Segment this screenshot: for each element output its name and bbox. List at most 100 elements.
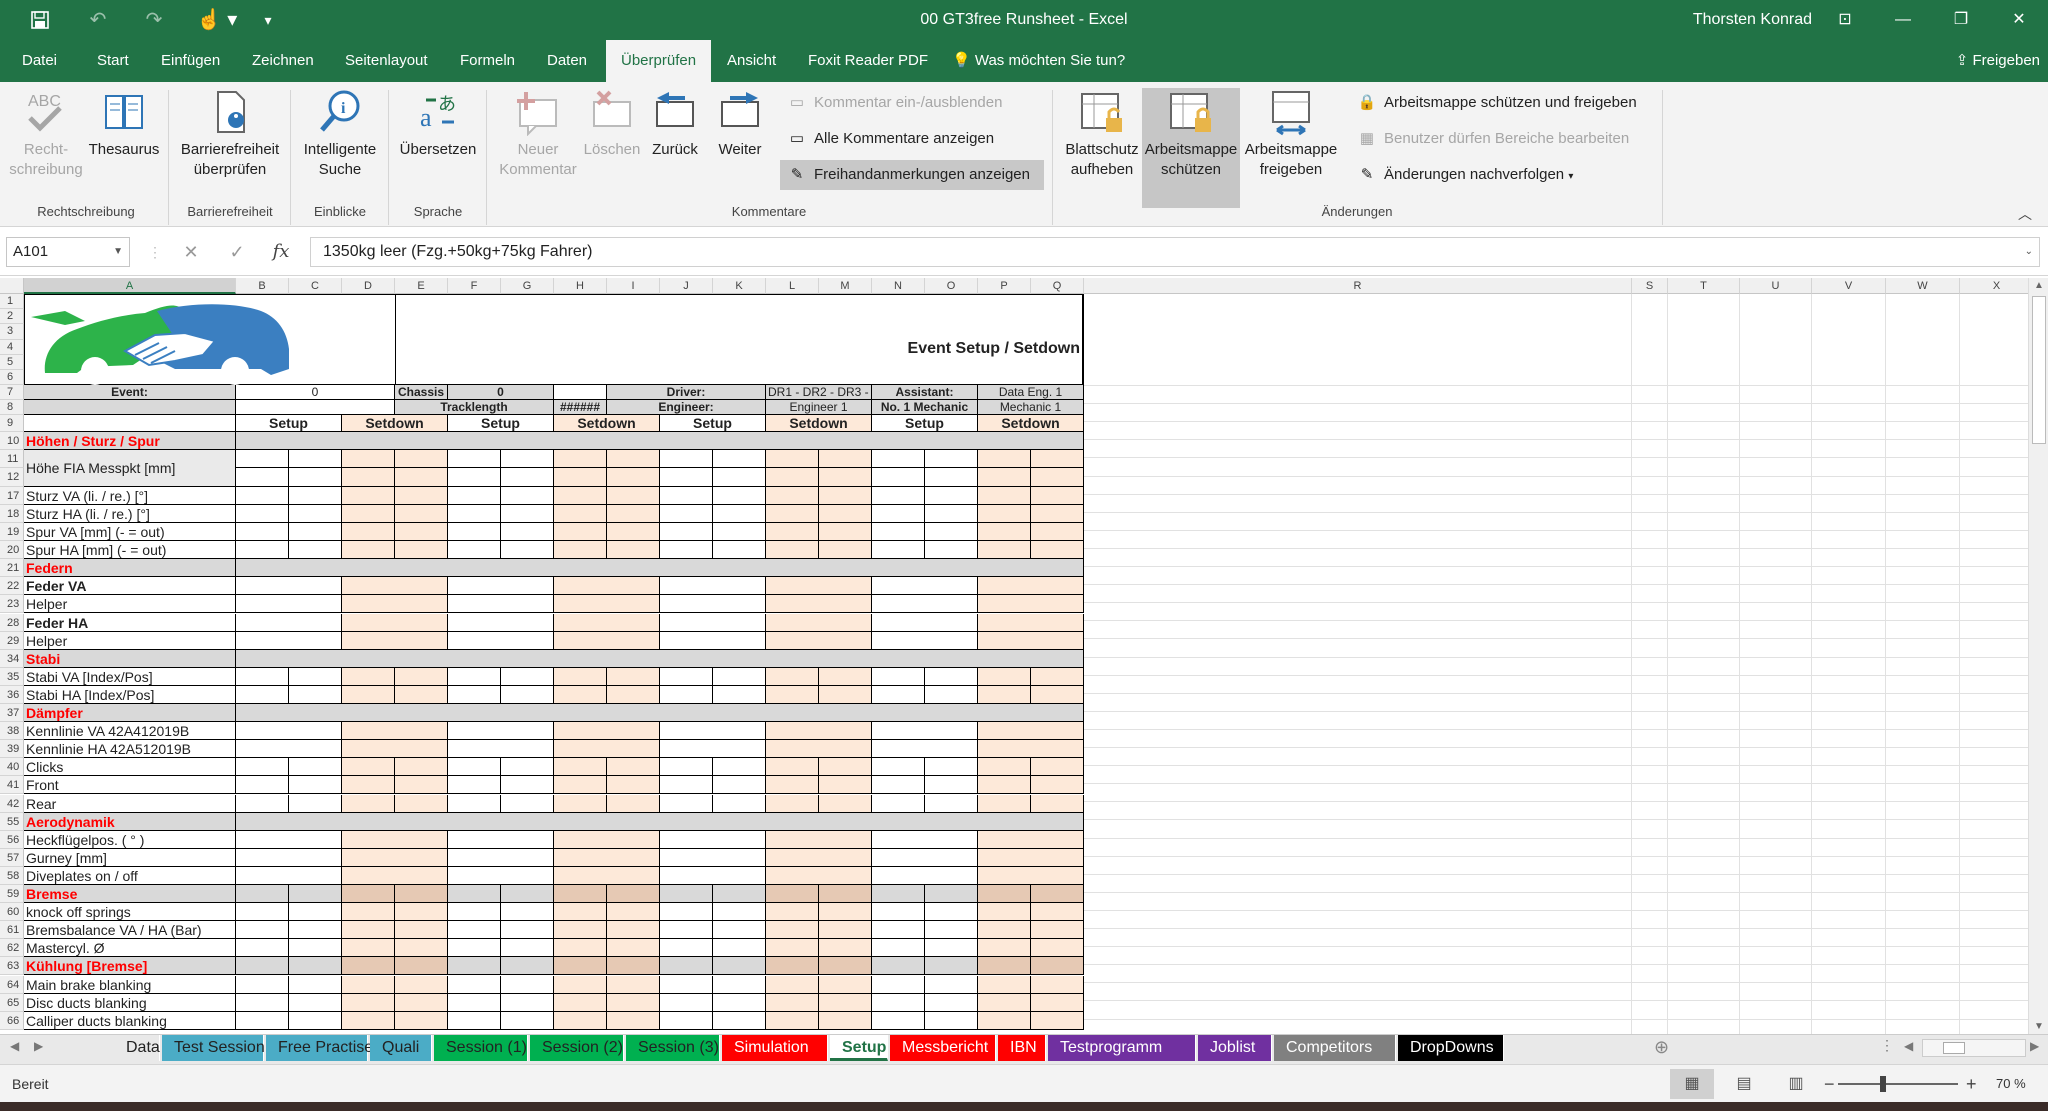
input-cell[interactable] xyxy=(342,468,395,487)
column-header[interactable]: O xyxy=(925,278,978,294)
column-header[interactable]: N xyxy=(872,278,925,294)
input-cell[interactable] xyxy=(1031,794,1084,813)
input-cell[interactable] xyxy=(1031,758,1084,777)
zoom-slider-thumb[interactable] xyxy=(1880,1076,1886,1092)
input-cell[interactable] xyxy=(713,903,766,922)
input-cell[interactable] xyxy=(872,776,925,795)
spelling-button[interactable]: ABC Recht- schreibung xyxy=(6,88,86,208)
value-mechanic[interactable]: Mechanic 1 xyxy=(978,400,1084,415)
column-header[interactable]: F xyxy=(448,278,501,294)
row-header[interactable]: 22 xyxy=(0,577,24,596)
input-cell[interactable] xyxy=(819,523,872,542)
row-label[interactable]: Feder VA xyxy=(24,577,236,596)
cell[interactable] xyxy=(395,885,448,904)
input-cell[interactable] xyxy=(660,577,766,596)
input-cell[interactable] xyxy=(395,794,448,813)
input-cell[interactable] xyxy=(819,776,872,795)
input-cell[interactable] xyxy=(342,667,395,686)
label-engineer[interactable]: Engineer: xyxy=(607,400,766,415)
column-header[interactable]: V xyxy=(1812,278,1886,294)
input-cell[interactable] xyxy=(660,523,713,542)
input-cell[interactable] xyxy=(660,866,766,885)
input-cell[interactable] xyxy=(819,685,872,704)
input-cell[interactable] xyxy=(819,939,872,958)
input-cell[interactable] xyxy=(713,921,766,940)
spreadsheet-grid[interactable]: ABCDEFGHIJKLMNOPQRSTUVWX 1 2 3 4 5 6 7 8 9 10 11 12… xyxy=(0,278,2048,1034)
input-cell[interactable] xyxy=(342,758,395,777)
input-cell[interactable] xyxy=(554,613,660,632)
input-cell[interactable] xyxy=(342,577,448,596)
input-cell[interactable] xyxy=(872,541,925,560)
input-cell[interactable] xyxy=(925,776,978,795)
tab-datei[interactable]: Datei xyxy=(18,40,61,82)
setdown-header[interactable]: Setdown xyxy=(554,415,660,432)
row-label[interactable]: Disc ducts blanking xyxy=(24,993,236,1012)
input-cell[interactable] xyxy=(766,577,872,596)
input-cell[interactable] xyxy=(395,1011,448,1030)
row-header[interactable]: 55 xyxy=(0,812,24,831)
column-header[interactable]: K xyxy=(713,278,766,294)
row-header[interactable]: 4 xyxy=(0,339,24,355)
input-cell[interactable] xyxy=(713,993,766,1012)
input-cell[interactable] xyxy=(872,504,925,523)
cell[interactable] xyxy=(236,885,289,904)
input-cell[interactable] xyxy=(395,685,448,704)
row-header[interactable]: 41 xyxy=(0,776,24,795)
input-cell[interactable] xyxy=(978,794,1031,813)
input-cell[interactable] xyxy=(607,794,660,813)
input-cell[interactable] xyxy=(554,993,607,1012)
input-cell[interactable] xyxy=(819,993,872,1012)
input-cell[interactable] xyxy=(554,468,607,487)
input-cell[interactable] xyxy=(1031,1011,1084,1030)
cell[interactable] xyxy=(713,885,766,904)
input-cell[interactable] xyxy=(342,903,395,922)
input-cell[interactable] xyxy=(554,631,660,650)
input-cell[interactable] xyxy=(289,939,342,958)
input-cell[interactable] xyxy=(978,939,1031,958)
input-cell[interactable] xyxy=(925,450,978,469)
input-cell[interactable] xyxy=(236,921,289,940)
input-cell[interactable] xyxy=(978,541,1031,560)
input-cell[interactable] xyxy=(978,722,1084,741)
sheet-tab-session-1-[interactable]: Session (1) xyxy=(434,1035,528,1061)
input-cell[interactable] xyxy=(607,504,660,523)
cell[interactable] xyxy=(554,885,607,904)
input-cell[interactable] xyxy=(289,667,342,686)
value-drivers[interactable]: DR1 - DR2 - DR3 - DR4 xyxy=(766,385,872,400)
input-cell[interactable] xyxy=(448,595,554,614)
input-cell[interactable] xyxy=(289,1011,342,1030)
row-label[interactable]: knock off springs xyxy=(24,903,236,922)
input-cell[interactable] xyxy=(766,667,819,686)
input-cell[interactable] xyxy=(448,830,554,849)
hscroll-left-icon[interactable]: ◀ xyxy=(1904,1039,1913,1053)
input-cell[interactable] xyxy=(289,523,342,542)
cell[interactable] xyxy=(978,957,1031,976)
cell[interactable] xyxy=(766,957,819,976)
input-cell[interactable] xyxy=(448,866,554,885)
input-cell[interactable] xyxy=(395,450,448,469)
input-cell[interactable] xyxy=(501,468,554,487)
input-cell[interactable] xyxy=(819,794,872,813)
cell[interactable] xyxy=(819,957,872,976)
cell-a8[interactable] xyxy=(24,400,236,415)
tab-einfuegen[interactable]: Einfügen xyxy=(157,40,224,82)
column-header[interactable]: L xyxy=(766,278,819,294)
cell-b8[interactable] xyxy=(236,400,395,415)
track-changes-button[interactable]: ✎ Änderungen nachverfolgen ▾ xyxy=(1350,160,1574,190)
column-header[interactable]: W xyxy=(1886,278,1960,294)
section-band[interactable] xyxy=(236,812,1084,831)
input-cell[interactable] xyxy=(448,722,554,741)
cell[interactable] xyxy=(448,957,501,976)
input-cell[interactable] xyxy=(1031,921,1084,940)
protect-workbook-button[interactable]: Arbeitsmappe schützen xyxy=(1142,88,1240,208)
sheet-tab-messbericht[interactable]: Messbericht xyxy=(890,1035,996,1061)
row-label[interactable]: Dämpfer xyxy=(24,704,236,723)
input-cell[interactable] xyxy=(236,830,342,849)
row-label[interactable]: Höhen / Sturz / Spur xyxy=(24,432,236,451)
row-header[interactable]: 21 xyxy=(0,559,24,578)
input-cell[interactable] xyxy=(342,722,448,741)
input-cell[interactable] xyxy=(766,939,819,958)
column-header[interactable]: B xyxy=(236,278,289,294)
input-cell[interactable] xyxy=(713,939,766,958)
input-cell[interactable] xyxy=(978,631,1084,650)
